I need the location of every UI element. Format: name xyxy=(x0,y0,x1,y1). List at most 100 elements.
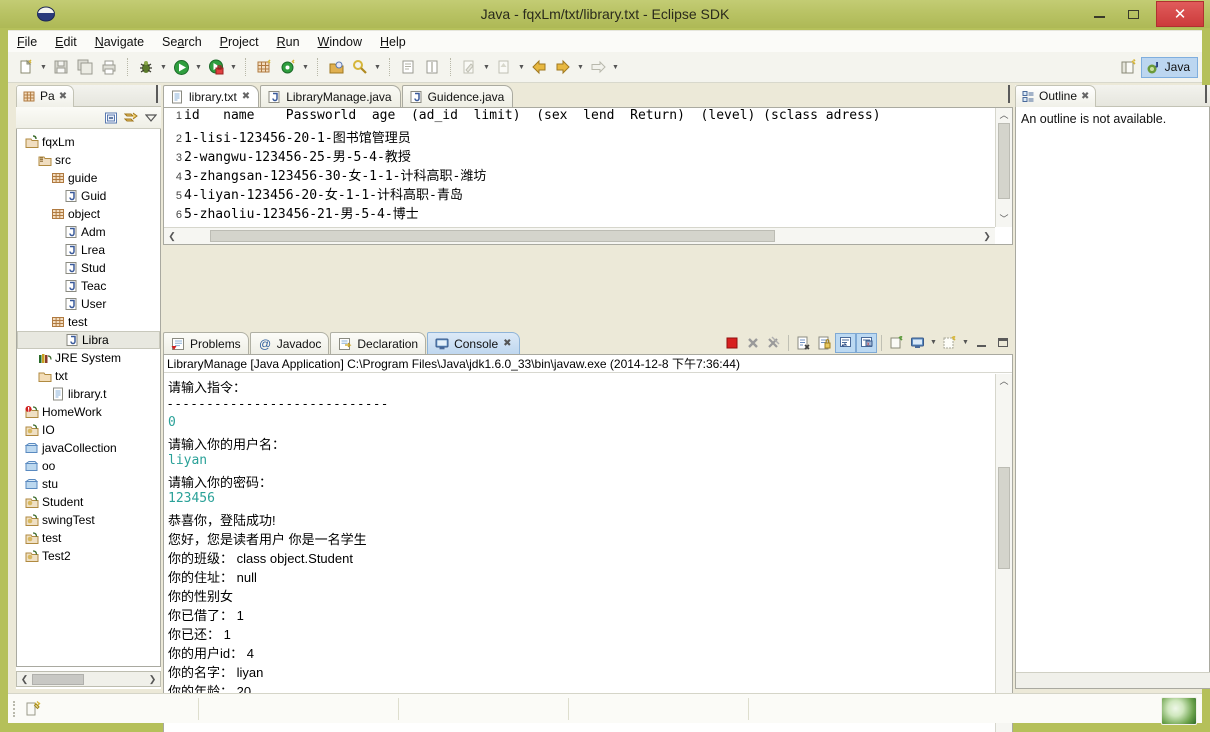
previous-annotation-icon[interactable] xyxy=(493,56,515,78)
new-class-dropdown-arrow[interactable]: ▼ xyxy=(300,56,311,78)
tree-item-test2[interactable]: Test2 xyxy=(17,547,160,565)
tree-item-txt[interactable]: txt xyxy=(17,367,160,385)
new-java-package-icon[interactable] xyxy=(253,56,275,78)
run-dropdown-arrow[interactable]: ▼ xyxy=(193,56,204,78)
scroll-lock-icon[interactable] xyxy=(814,333,835,353)
print-icon[interactable] xyxy=(98,56,120,78)
remove-launch-icon[interactable] xyxy=(742,333,763,353)
last-edit-dropdown-arrow[interactable]: ▼ xyxy=(481,56,492,78)
forward-icon[interactable] xyxy=(552,56,574,78)
console-tab-console[interactable]: Console ✖ xyxy=(427,332,520,354)
close-icon[interactable]: ✖ xyxy=(1081,91,1089,102)
close-icon[interactable]: ✖ xyxy=(242,91,250,102)
menu-navigate[interactable]: Navigate xyxy=(86,33,153,51)
save-all-icon[interactable] xyxy=(74,56,96,78)
console-vscroll-thumb[interactable] xyxy=(998,467,1010,569)
maximize-button[interactable] xyxy=(1116,3,1150,25)
menu-file[interactable]: File xyxy=(8,33,46,51)
package-explorer-hscrollbar[interactable]: ❮ ❯ xyxy=(16,671,161,687)
previous-dropdown-arrow[interactable]: ▼ xyxy=(516,56,527,78)
tree-item-test[interactable]: test xyxy=(17,529,160,547)
last-edit-location-icon[interactable] xyxy=(458,56,480,78)
outline-hscrollbar[interactable] xyxy=(1016,672,1210,688)
display-console-dropdown-arrow[interactable]: ▼ xyxy=(928,332,939,354)
tree-item-stud[interactable]: Stud xyxy=(17,259,160,277)
tree-item-fqxlm[interactable]: fqxLm xyxy=(17,133,160,151)
console-tab-javadoc[interactable]: @ Javadoc xyxy=(249,332,330,354)
maximize-view-icon[interactable] xyxy=(1008,85,1010,103)
open-perspective-icon[interactable] xyxy=(1117,56,1141,78)
tree-item-oo[interactable]: oo xyxy=(17,457,160,475)
maximize-view-icon[interactable] xyxy=(156,85,158,103)
terminate-icon[interactable] xyxy=(721,333,742,353)
close-button[interactable]: ✕ xyxy=(1156,1,1204,27)
menu-search[interactable]: Search xyxy=(153,33,211,51)
debug-icon[interactable] xyxy=(135,56,157,78)
close-icon[interactable]: ✖ xyxy=(59,91,67,102)
scroll-up-icon[interactable]: ︿ xyxy=(996,374,1012,389)
debug-dropdown-arrow[interactable]: ▼ xyxy=(158,56,169,78)
editor-vscroll-thumb[interactable] xyxy=(998,123,1010,199)
new-console-view-icon[interactable] xyxy=(939,333,960,353)
maximize-view-icon[interactable] xyxy=(992,333,1013,353)
tree-item-swingtest[interactable]: swingTest xyxy=(17,511,160,529)
forward-dropdown-arrow[interactable]: ▼ xyxy=(575,56,586,78)
tree-item-src[interactable]: src xyxy=(17,151,160,169)
clear-console-icon[interactable] xyxy=(793,333,814,353)
view-menu-icon[interactable] xyxy=(145,113,157,123)
editor-tab-librarymanage-java[interactable]: LibraryManage.java xyxy=(260,85,401,107)
console-output[interactable]: 请输入指令： - - - - - - - - - - - - - - - - - … xyxy=(164,374,994,732)
tree-item-lrea[interactable]: Lrea xyxy=(17,241,160,259)
new-wizard-icon[interactable] xyxy=(15,56,37,78)
collapse-all-icon[interactable] xyxy=(104,111,118,125)
new-java-class-icon[interactable] xyxy=(277,56,299,78)
next-dropdown-arrow[interactable]: ▼ xyxy=(610,56,621,78)
run-icon[interactable] xyxy=(170,56,192,78)
scroll-down-icon[interactable]: ﹀ xyxy=(996,212,1012,227)
tree-item-library-t[interactable]: library.t xyxy=(17,385,160,403)
tree-item-user[interactable]: User xyxy=(17,295,160,313)
perspective-java-button[interactable]: J Java xyxy=(1140,56,1198,78)
tree-item-teac[interactable]: Teac xyxy=(17,277,160,295)
external-dropdown-arrow[interactable]: ▼ xyxy=(228,56,239,78)
menu-run[interactable]: Run xyxy=(268,33,309,51)
save-icon[interactable] xyxy=(50,56,72,78)
remove-all-terminated-icon[interactable] xyxy=(763,333,784,353)
tree-item-guid[interactable]: Guid xyxy=(17,187,160,205)
console-vscrollbar[interactable]: ︿ ﹀ xyxy=(995,374,1012,732)
maximize-view-icon[interactable] xyxy=(1205,85,1207,103)
hscroll-thumb[interactable] xyxy=(32,673,84,685)
link-with-editor-icon[interactable] xyxy=(124,111,139,125)
tab-package-explorer[interactable]: Pa ✖ xyxy=(16,84,75,107)
display-selected-console-icon[interactable] xyxy=(907,333,928,353)
close-icon[interactable]: ✖ xyxy=(503,338,511,349)
tree-item-libra[interactable]: Libra xyxy=(17,331,160,349)
tray-thumbnail-image[interactable] xyxy=(1161,697,1197,725)
scroll-right-icon[interactable]: ❯ xyxy=(145,674,160,685)
editor-tab-guidence-java[interactable]: Guidence.java xyxy=(401,85,514,107)
back-icon[interactable] xyxy=(528,56,550,78)
minimize-view-icon[interactable] xyxy=(971,333,992,353)
tree-item-object[interactable]: object xyxy=(17,205,160,223)
pin-console-icon[interactable]: x xyxy=(856,332,877,353)
editor-hscroll-thumb[interactable] xyxy=(210,230,775,242)
open-console-icon[interactable] xyxy=(886,333,907,353)
tree-item-stu[interactable]: stu xyxy=(17,475,160,493)
scroll-left-icon[interactable]: ❮ xyxy=(17,674,32,685)
tree-item-adm[interactable]: Adm xyxy=(17,223,160,241)
tree-item-student[interactable]: Student xyxy=(17,493,160,511)
menu-window[interactable]: Window xyxy=(309,33,371,51)
search-dropdown-arrow[interactable]: ▼ xyxy=(372,56,383,78)
editor-vscrollbar[interactable]: ︿ ﹀ xyxy=(995,108,1012,227)
editor-tab-library-txt[interactable]: library.txt ✖ xyxy=(163,85,260,107)
new-dropdown-arrow[interactable]: ▼ xyxy=(38,56,49,78)
menu-project[interactable]: Project xyxy=(211,33,268,51)
next-arrow-icon[interactable] xyxy=(587,56,609,78)
menu-edit[interactable]: Edit xyxy=(46,33,86,51)
tree-item-homework[interactable]: HomeWork xyxy=(17,403,160,421)
code-text-area[interactable]: 1 id name Passworld age (ad_id limit) (se… xyxy=(164,108,994,226)
editor-hscrollbar[interactable]: ❮ ❯ xyxy=(164,227,995,244)
toggle-block-selection-icon[interactable] xyxy=(421,56,443,78)
word-wrap-icon[interactable] xyxy=(835,332,856,353)
console-tab-problems[interactable]: Problems xyxy=(163,332,249,354)
